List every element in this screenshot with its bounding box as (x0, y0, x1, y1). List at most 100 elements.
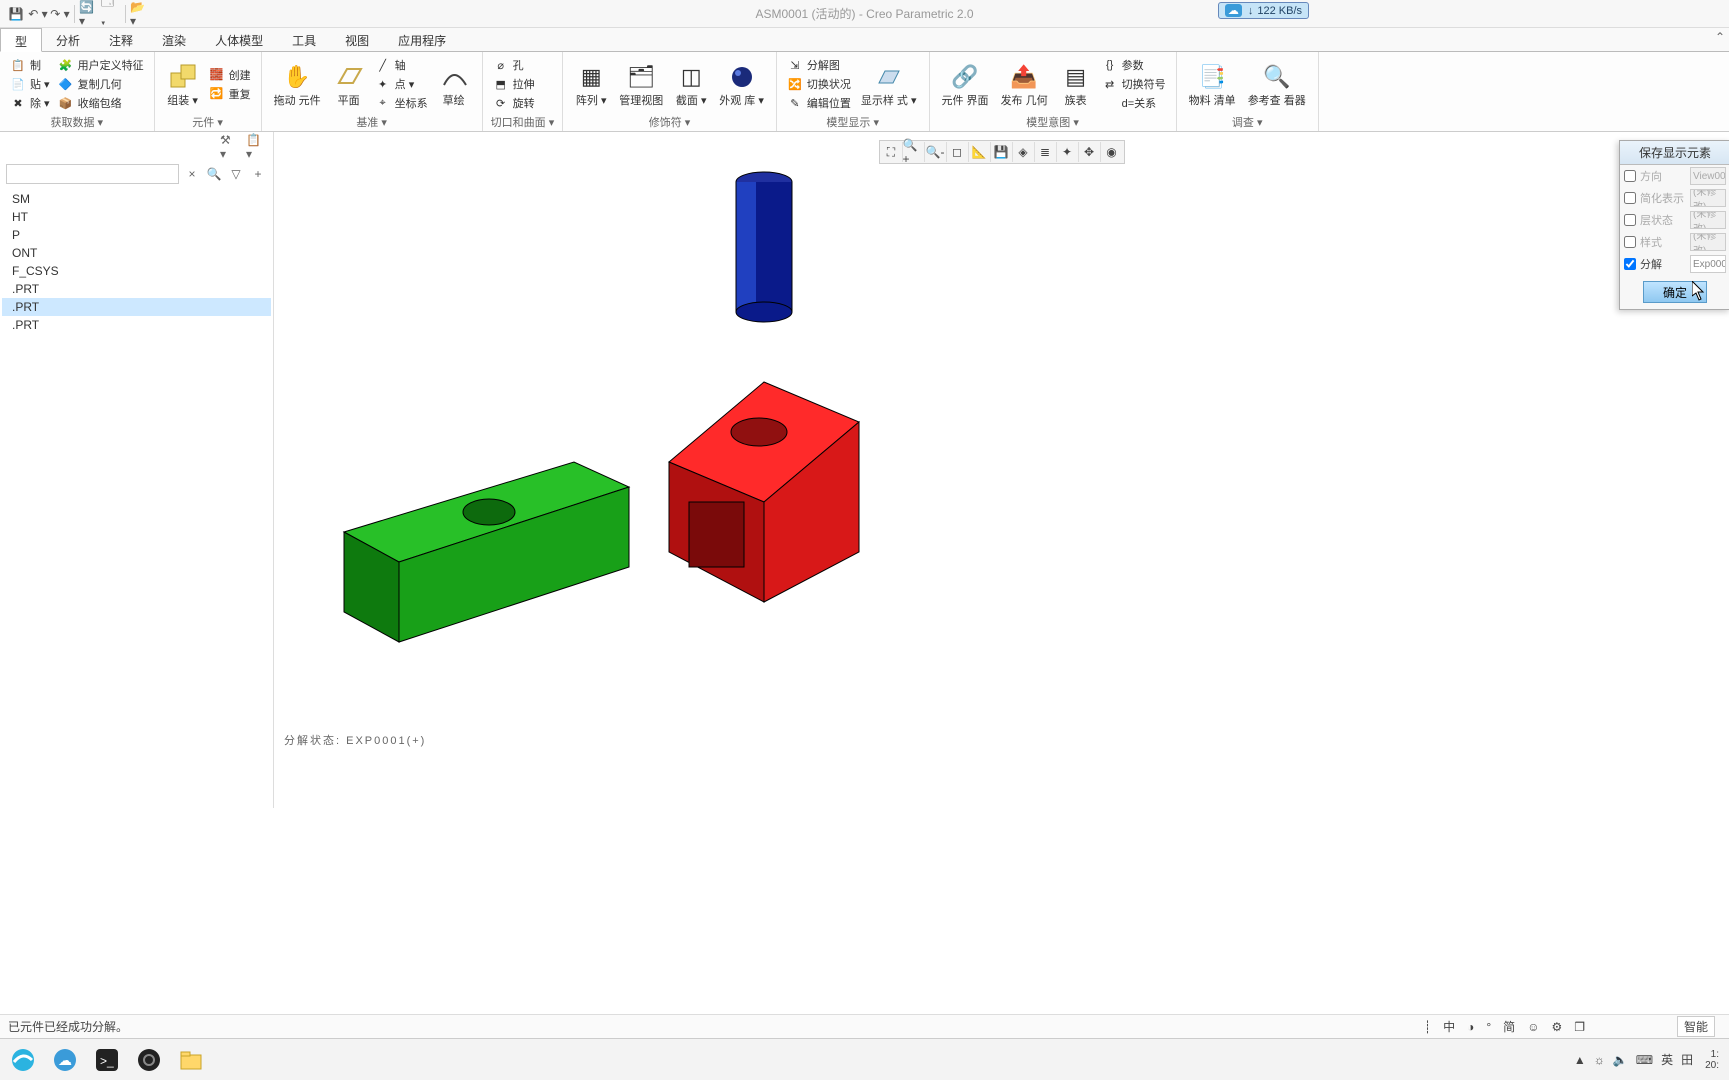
group-title[interactable]: 基准 ▾ (270, 114, 474, 131)
tree-item[interactable]: ONT (2, 244, 271, 262)
revolve-button[interactable]: ⟳旋转 (491, 94, 537, 112)
group-title[interactable]: 切口和曲面 ▾ (491, 114, 555, 131)
taskbar-obs[interactable] (132, 1043, 166, 1077)
tree-item[interactable]: .PRT (2, 280, 271, 298)
ime-indicator[interactable]: ┊ (1424, 1020, 1431, 1034)
window-switch-icon[interactable]: ❐ (1574, 1020, 1585, 1034)
tab-manikin[interactable]: 人体模型 (201, 28, 278, 51)
pattern-button[interactable]: ▦阵列 ▾ (571, 59, 611, 109)
explode-view-button[interactable]: ⇲分解图 (785, 56, 853, 74)
orientation-checkbox[interactable] (1624, 170, 1636, 182)
ime-lang[interactable]: 中 (1443, 1018, 1455, 1035)
publish-geom-button[interactable]: 📤发布 几何 (997, 59, 1052, 109)
edit-position-button[interactable]: ✎编辑位置 (785, 94, 853, 112)
tab-apps[interactable]: 应用程序 (384, 28, 461, 51)
redo-icon[interactable]: ↷ ▾ (50, 4, 70, 24)
group-title[interactable]: 获取数据 ▾ (8, 114, 146, 131)
simplified-checkbox[interactable] (1624, 192, 1636, 204)
tree-item[interactable]: .PRT (2, 298, 271, 316)
ok-button[interactable]: 确定 (1643, 281, 1707, 303)
tree-search-input[interactable] (6, 164, 179, 184)
bom-button[interactable]: 📑物料 清单 (1185, 59, 1240, 109)
appearance-button[interactable]: 外观 库 ▾ (715, 59, 768, 109)
taskbar-terminal[interactable]: >_ (90, 1043, 124, 1077)
section-button[interactable]: ◫截面 ▾ (671, 59, 711, 109)
taskbar-baidu-netdisk[interactable]: ☁ (48, 1043, 82, 1077)
ime-settings-icon[interactable]: ⚙ (1551, 1020, 1562, 1034)
model-tree[interactable]: SM HT P ONT F_CSYS .PRT .PRT .PRT (0, 186, 273, 808)
repeat-component-button[interactable]: 🔁重复 (207, 85, 253, 103)
hole-button[interactable]: ⌀孔 (491, 56, 537, 74)
taskbar-explorer[interactable] (174, 1043, 208, 1077)
extrude-button[interactable]: ⬒拉伸 (491, 75, 537, 93)
create-component-button[interactable]: 🧱创建 (207, 66, 253, 84)
tab-model[interactable]: 型 (0, 28, 42, 52)
component-ui-button[interactable]: 🔗元件 界面 (938, 59, 993, 109)
tab-tools[interactable]: 工具 (278, 28, 331, 51)
open-icon[interactable]: 📂 ▾ (130, 4, 150, 24)
assemble-button[interactable]: 组装 ▾ (163, 59, 203, 109)
reference-viewer-button[interactable]: 🔍参考查 看器 (1244, 59, 1310, 109)
search-icon[interactable]: 🔍 (205, 165, 223, 183)
collapse-ribbon-icon[interactable]: ⌃ (1715, 30, 1725, 44)
taskbar-clock[interactable]: 1: 20: (1701, 1049, 1723, 1071)
plane-button[interactable]: 平面 (329, 59, 369, 109)
switch-symbols-button[interactable]: ⇄切换符号 (1100, 75, 1168, 93)
family-table-button[interactable]: ▤族表 (1056, 59, 1096, 109)
tray-volume-icon[interactable]: 🔈 (1613, 1053, 1628, 1067)
tree-item[interactable]: HT (2, 208, 271, 226)
taskbar-edge[interactable] (6, 1043, 40, 1077)
ime-emoji-icon[interactable]: ☺ (1527, 1020, 1539, 1034)
tray-lang[interactable]: 英 (1661, 1051, 1673, 1068)
tray-keyboard-icon[interactable]: ⌨ (1636, 1053, 1653, 1067)
selection-filter[interactable]: 智能 (1677, 1016, 1715, 1037)
copy-button[interactable]: 📋制 (8, 56, 52, 74)
point-button[interactable]: ✦点 ▾ (373, 75, 430, 93)
tree-item[interactable]: SM (2, 190, 271, 208)
tab-analysis[interactable]: 分析 (42, 28, 95, 51)
sketch-button[interactable]: 草绘 (434, 59, 474, 109)
delete-button[interactable]: ✖除 ▾ (8, 94, 52, 112)
toggle-state-button[interactable]: 🔀切换状况 (785, 75, 853, 93)
tree-item[interactable]: .PRT (2, 316, 271, 334)
tree-item[interactable]: P (2, 226, 271, 244)
style-checkbox[interactable] (1624, 236, 1636, 248)
group-title[interactable]: 元件 ▾ (163, 114, 253, 131)
ime-simplified[interactable]: 简 (1503, 1018, 1515, 1035)
clear-search-icon[interactable]: × (183, 165, 201, 183)
copy-geometry-button[interactable]: 🔷复制几何 (56, 75, 146, 93)
ime-mode-icon[interactable]: ◑ (1467, 1020, 1474, 1034)
axis-button[interactable]: ╱轴 (373, 56, 430, 74)
tray-grid-icon[interactable]: 田 (1681, 1051, 1693, 1068)
shrinkwrap-button[interactable]: 📦收缩包络 (56, 94, 146, 112)
group-title[interactable]: 模型显示 ▾ (785, 114, 921, 131)
add-filter-icon[interactable]: + (249, 165, 267, 183)
display-style-button[interactable]: 显示样 式 ▾ (857, 59, 921, 109)
group-title[interactable]: 模型意图 ▾ (938, 114, 1168, 131)
tree-settings-icon[interactable]: ⚒ ▾ (219, 136, 241, 158)
tray-brightness-icon[interactable]: ☼ (1594, 1053, 1605, 1067)
group-title[interactable]: 调查 ▾ (1185, 114, 1310, 131)
explode-checkbox[interactable] (1624, 258, 1636, 270)
ime-punct-icon[interactable]: ° (1486, 1020, 1491, 1034)
graphics-canvas[interactable]: ⛶ 🔍+ 🔍- ◻ 📐 💾 ◈ ≣ ✦ ✥ ◉ (274, 132, 1729, 808)
window-icon[interactable]: 🗔 ▾ (101, 4, 121, 24)
manage-view-button[interactable]: 🗂管理视图 (615, 59, 667, 109)
save-icon[interactable]: 💾 (6, 4, 26, 24)
filter-icon[interactable]: ▽ (227, 165, 245, 183)
layer-checkbox[interactable] (1624, 214, 1636, 226)
paste-button[interactable]: 📄贴 ▾ (8, 75, 52, 93)
tray-chevron-up-icon[interactable]: ▲ (1574, 1053, 1586, 1067)
tree-item[interactable]: F_CSYS (2, 262, 271, 280)
tab-view[interactable]: 视图 (331, 28, 384, 51)
relations-button[interactable]: d=关系 (1100, 94, 1168, 112)
group-title[interactable]: 修饰符 ▾ (571, 114, 768, 131)
tree-show-icon[interactable]: 📋 ▾ (245, 136, 267, 158)
parameters-button[interactable]: {}参数 (1100, 56, 1168, 74)
regen-icon[interactable]: 🔄 ▾ (79, 4, 99, 24)
user-defined-feature-button[interactable]: 🧩用户定义特征 (56, 56, 146, 74)
csys-button[interactable]: ⌖坐标系 (373, 94, 430, 112)
row-value[interactable]: Exp0001 (1690, 255, 1726, 273)
drag-component-button[interactable]: ✋ 拖动 元件 (270, 59, 325, 109)
undo-icon[interactable]: ↶ ▾ (28, 4, 48, 24)
